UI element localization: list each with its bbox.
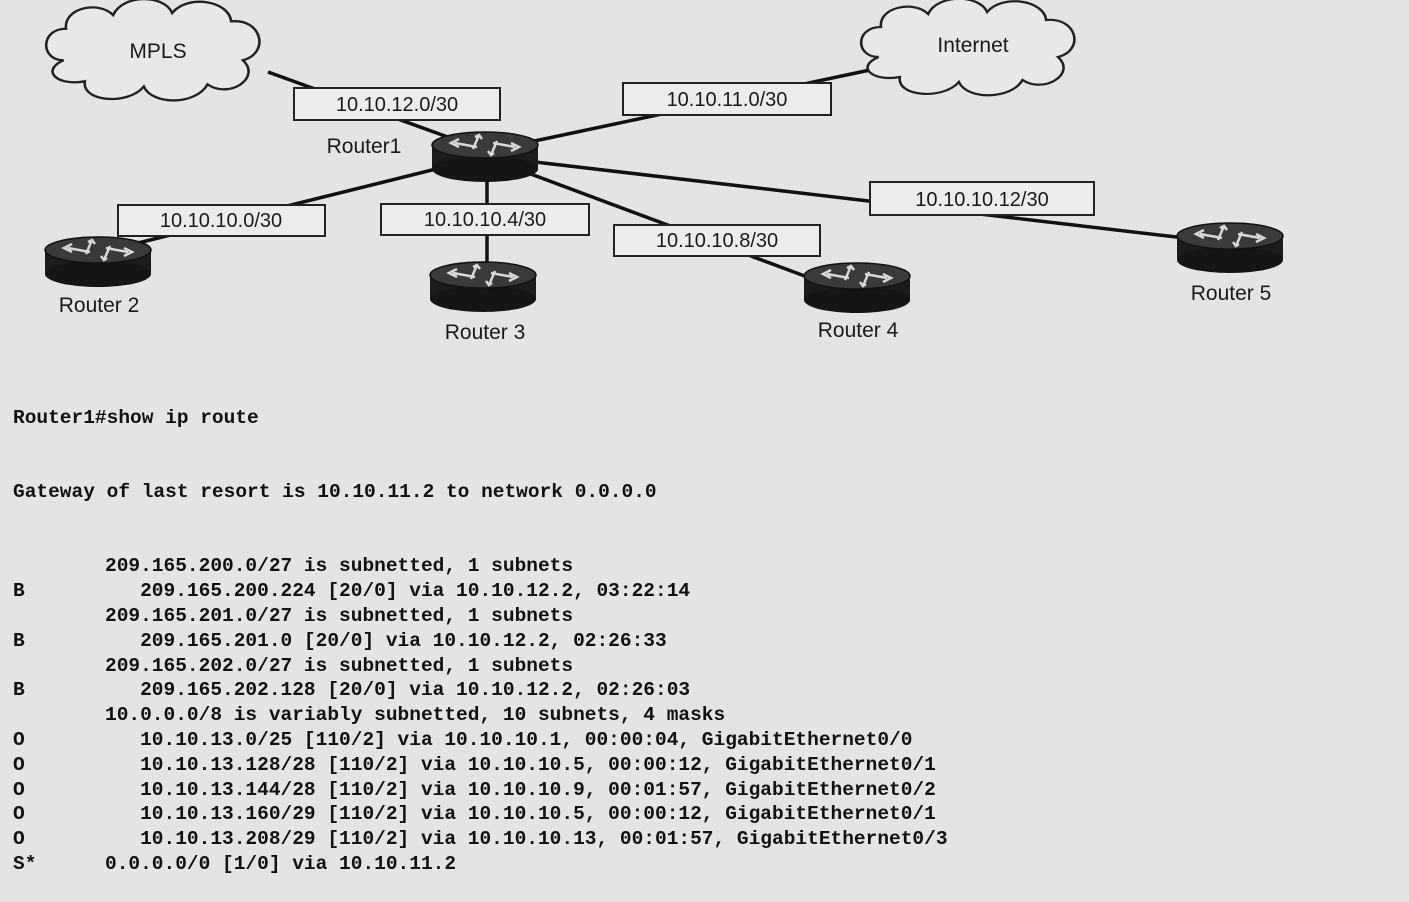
router5-label: Router 5	[1191, 282, 1272, 305]
router4: Router 4	[802, 261, 912, 342]
route-row: B 209.165.202.128 [20/0] via 10.10.12.2,…	[13, 678, 1403, 703]
router-icon	[1175, 221, 1285, 275]
route-row: B 209.165.201.0 [20/0] via 10.10.12.2, 0…	[13, 629, 1403, 654]
router3: Router 3	[428, 260, 538, 344]
cli-command: Router1#show ip route	[13, 406, 259, 429]
route-text: 10.10.13.208/29 [110/2] via 10.10.10.13,…	[105, 828, 948, 851]
route-code: O	[13, 728, 25, 751]
router1-label: Router1	[327, 135, 402, 158]
route-text: 209.165.201.0 [20/0] via 10.10.12.2, 02:…	[105, 629, 667, 652]
route-row: 209.165.201.0/27 is subnetted, 1 subnets	[13, 604, 1403, 629]
route-text: 10.10.13.0/25 [110/2] via 10.10.10.1, 00…	[105, 728, 913, 751]
route-code: O	[13, 778, 25, 801]
router5: Router 5	[1175, 221, 1285, 305]
subnet-label-router4: 10.10.10.8/30	[613, 224, 821, 257]
svg-text:10.10.12.0/30: 10.10.12.0/30	[336, 94, 458, 116]
route-text: 209.165.201.0/27 is subnetted, 1 subnets	[105, 604, 574, 627]
route-text: 10.10.13.128/28 [110/2] via 10.10.10.5, …	[105, 753, 936, 776]
svg-text:10.10.10.12/30: 10.10.10.12/30	[915, 189, 1048, 211]
subnet-label-router3: 10.10.10.4/30	[380, 203, 590, 236]
route-row: O 10.10.13.0/25 [110/2] via 10.10.10.1, …	[13, 728, 1403, 753]
router2-label: Router 2	[59, 294, 140, 317]
internet-cloud-label: Internet	[937, 34, 1008, 57]
route-text: 209.165.202.128 [20/0] via 10.10.12.2, 0…	[105, 679, 691, 702]
mpls-cloud: MPLS	[44, 0, 261, 102]
route-code: S*	[13, 852, 37, 875]
router1: Router1	[327, 130, 540, 184]
router3-label: Router 3	[445, 321, 526, 344]
subnet-label-mpls: 10.10.12.0/30	[293, 87, 501, 121]
route-row: S* 0.0.0.0/0 [1/0] via 10.10.11.2	[13, 852, 1403, 877]
route-row: O 10.10.13.208/29 [110/2] via 10.10.10.1…	[13, 827, 1403, 852]
route-text: 209.165.200.224 [20/0] via 10.10.12.2, 0…	[105, 580, 691, 603]
route-text: 0.0.0.0/0 [1/0] via 10.10.11.2	[105, 852, 457, 875]
route-row: O 10.10.13.128/28 [110/2] via 10.10.10.5…	[13, 753, 1403, 778]
router-icon	[802, 261, 912, 315]
route-row: 10.0.0.0/8 is variably subnetted, 10 sub…	[13, 703, 1403, 728]
router-icon	[43, 235, 153, 289]
svg-text:10.10.10.4/30: 10.10.10.4/30	[424, 209, 546, 231]
mpls-cloud-label: MPLS	[129, 40, 186, 63]
router4-label: Router 4	[818, 319, 899, 342]
route-text: 10.10.13.160/29 [110/2] via 10.10.10.5, …	[105, 803, 936, 826]
route-code: B	[13, 629, 25, 652]
router-icon	[430, 130, 540, 184]
svg-text:10.10.10.8/30: 10.10.10.8/30	[656, 230, 778, 252]
route-text: 209.165.202.0/27 is subnetted, 1 subnets	[105, 654, 574, 677]
router-icon	[428, 260, 538, 314]
route-text: 209.165.200.0/27 is subnetted, 1 subnets	[105, 555, 574, 578]
svg-text:10.10.10.0/30: 10.10.10.0/30	[160, 210, 282, 232]
route-row: O 10.10.13.144/28 [110/2] via 10.10.10.9…	[13, 778, 1403, 803]
route-row: 209.165.202.0/27 is subnetted, 1 subnets	[13, 654, 1403, 679]
route-code: O	[13, 803, 25, 826]
subnet-label-internet: 10.10.11.0/30	[622, 82, 832, 116]
route-table: 209.165.200.0/27 is subnetted, 1 subnets…	[13, 554, 1403, 876]
route-text: 10.0.0.0/8 is variably subnetted, 10 sub…	[105, 704, 726, 727]
route-text: 10.10.13.144/28 [110/2] via 10.10.10.9, …	[105, 778, 936, 801]
subnet-label-router5: 10.10.10.12/30	[869, 181, 1095, 216]
route-code: B	[13, 580, 25, 603]
route-code: B	[13, 679, 25, 702]
subnet-label-router2: 10.10.10.0/30	[117, 204, 326, 237]
cli-gateway-line: Gateway of last resort is 10.10.11.2 to …	[13, 480, 657, 503]
route-row: 209.165.200.0/27 is subnetted, 1 subnets	[13, 554, 1403, 579]
cli-output: Router1#show ip route Gateway of last re…	[13, 356, 1403, 902]
route-code: O	[13, 753, 25, 776]
internet-cloud: Internet	[859, 0, 1076, 97]
router2: Router 2	[43, 235, 153, 317]
network-diagram: MPLS Internet 10.10.12.0/30 10.10.11.0/3…	[43, 0, 1285, 344]
route-code: O	[13, 828, 25, 851]
route-row: B 209.165.200.224 [20/0] via 10.10.12.2,…	[13, 579, 1403, 604]
svg-text:10.10.11.0/30: 10.10.11.0/30	[667, 89, 788, 111]
route-row: O 10.10.13.160/29 [110/2] via 10.10.10.5…	[13, 802, 1403, 827]
